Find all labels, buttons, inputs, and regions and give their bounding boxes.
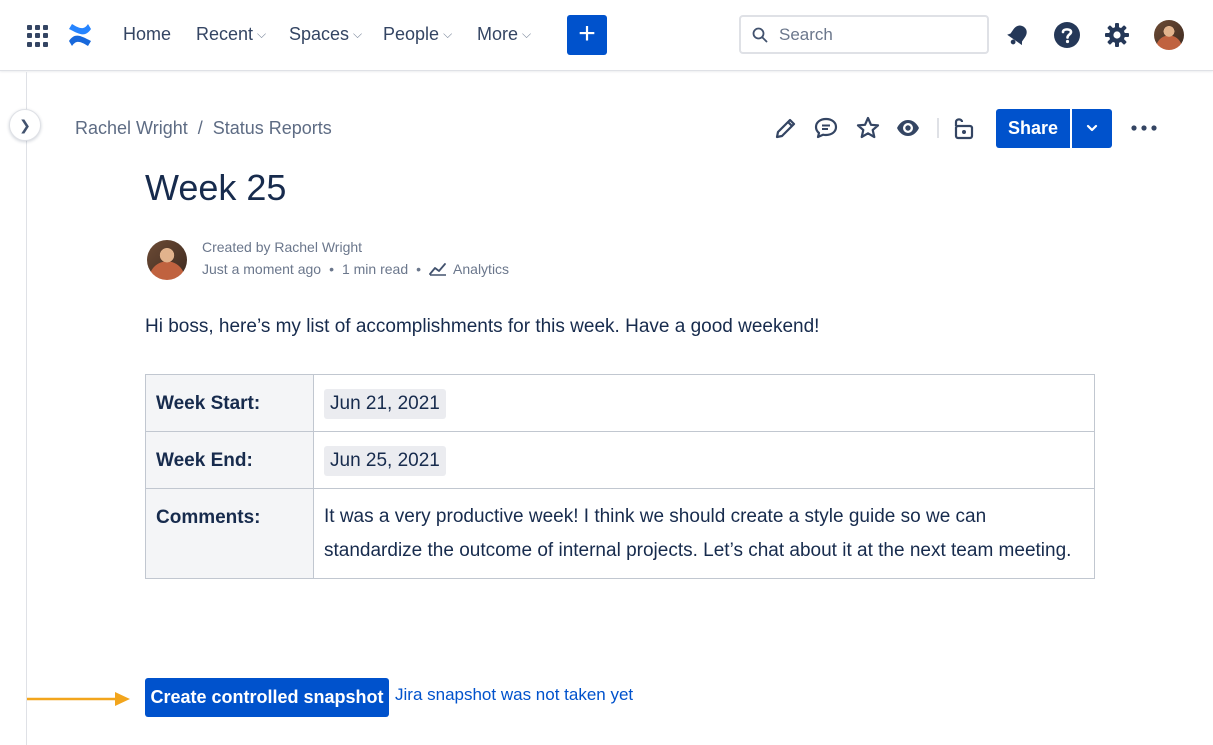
byline: Created by Rachel Wright bbox=[202, 239, 363, 255]
share-button[interactable]: Share bbox=[996, 109, 1070, 148]
nav-people[interactable]: People ⌵ bbox=[383, 24, 452, 45]
snapshot-status-link[interactable]: Jira snapshot was not taken yet bbox=[395, 685, 633, 705]
status-table: Week Start: Jun 21, 2021 Week End: Jun 2… bbox=[145, 374, 1095, 579]
nav-recent-label: Recent bbox=[196, 24, 254, 44]
top-navigation: Home Recent ⌵ Spaces ⌵ People ⌵ More ⌵ + bbox=[0, 0, 1213, 71]
chevron-down-icon: ⌵ bbox=[257, 27, 267, 41]
table-cell: Jun 25, 2021 bbox=[313, 431, 1095, 489]
watch-icon[interactable] bbox=[895, 115, 921, 141]
nav-spaces-label: Spaces bbox=[289, 24, 350, 44]
chevron-down-icon bbox=[1086, 124, 1098, 132]
breadcrumb-item-parent[interactable]: Status Reports bbox=[213, 118, 332, 138]
analytics-icon bbox=[429, 263, 447, 276]
create-button[interactable]: + bbox=[567, 15, 607, 55]
table-header-cell: Comments: bbox=[145, 488, 314, 579]
read-time: 1 min read bbox=[341, 261, 409, 277]
breadcrumb-item-space[interactable]: Rachel Wright bbox=[75, 118, 188, 138]
sidebar-divider bbox=[26, 72, 27, 745]
chevron-down-icon: ⌵ bbox=[443, 27, 453, 41]
table-row: Week End: Jun 25, 2021 bbox=[145, 431, 1095, 489]
week-end-date[interactable]: Jun 25, 2021 bbox=[324, 446, 446, 476]
chevron-down-icon: ⌵ bbox=[522, 27, 532, 41]
create-snapshot-button[interactable]: Create controlled snapshot bbox=[145, 678, 389, 717]
confluence-logo-icon[interactable] bbox=[67, 22, 93, 48]
restrictions-unlock-icon[interactable] bbox=[951, 115, 977, 141]
chevron-right-icon: ❯ bbox=[19, 117, 31, 133]
breadcrumb: Rachel Wright / Status Reports bbox=[75, 118, 332, 139]
profile-avatar[interactable] bbox=[1154, 20, 1184, 50]
nav-recent[interactable]: Recent ⌵ bbox=[196, 24, 266, 45]
search-box[interactable] bbox=[739, 15, 989, 54]
nav-home-label: Home bbox=[123, 24, 172, 44]
star-icon[interactable] bbox=[855, 115, 881, 141]
comments-cell: It was a very productive week! I think w… bbox=[313, 488, 1095, 579]
edit-icon[interactable] bbox=[773, 115, 799, 141]
meta-separator: • bbox=[416, 261, 422, 277]
intro-paragraph: Hi boss, here’s my list of accomplishmen… bbox=[145, 316, 820, 337]
analytics-label: Analytics bbox=[453, 261, 510, 277]
analytics-link[interactable]: Analytics bbox=[429, 261, 509, 277]
annotation-arrow-icon bbox=[27, 692, 130, 706]
search-icon bbox=[752, 27, 768, 43]
app-switcher-icon[interactable] bbox=[27, 25, 49, 47]
nav-people-label: People bbox=[383, 24, 440, 44]
settings-icon[interactable] bbox=[1102, 20, 1132, 50]
nav-spaces[interactable]: Spaces ⌵ bbox=[289, 24, 362, 45]
expand-sidebar-button[interactable]: ❯ bbox=[9, 109, 41, 141]
share-dropdown-button[interactable] bbox=[1072, 109, 1112, 148]
table-header-cell: Week Start: bbox=[145, 374, 314, 432]
table-row: Comments: It was a very productive week!… bbox=[145, 488, 1095, 579]
nav-home[interactable]: Home bbox=[123, 24, 171, 45]
page-title: Week 25 bbox=[145, 167, 287, 208]
table-row: Week Start: Jun 21, 2021 bbox=[145, 374, 1095, 432]
comment-icon[interactable] bbox=[813, 115, 839, 141]
more-actions-icon[interactable] bbox=[1130, 115, 1158, 141]
table-header-cell: Week End: bbox=[145, 431, 314, 489]
chevron-down-icon: ⌵ bbox=[353, 27, 363, 41]
last-modified-time[interactable]: Just a moment ago bbox=[202, 261, 321, 277]
help-icon[interactable] bbox=[1052, 20, 1082, 50]
nav-more[interactable]: More ⌵ bbox=[477, 24, 531, 45]
page-meta: Just a moment ago • 1 min read • Analytics bbox=[202, 261, 509, 277]
week-start-date[interactable]: Jun 21, 2021 bbox=[324, 389, 446, 419]
toolbar-divider bbox=[937, 118, 939, 138]
meta-separator: • bbox=[329, 261, 334, 277]
author-avatar[interactable] bbox=[147, 240, 187, 280]
nav-more-label: More bbox=[477, 24, 519, 44]
search-input[interactable] bbox=[779, 23, 979, 47]
notifications-icon[interactable] bbox=[1003, 20, 1033, 50]
table-cell: Jun 21, 2021 bbox=[313, 374, 1095, 432]
breadcrumb-separator: / bbox=[197, 118, 203, 138]
